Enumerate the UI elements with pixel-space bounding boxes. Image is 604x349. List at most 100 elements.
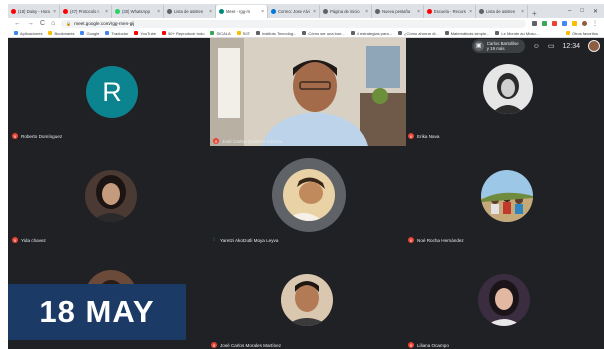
- tab-title: Meet - rgg-rn: [226, 9, 251, 14]
- menu-kebab-icon[interactable]: ⋮: [592, 20, 598, 27]
- bookmark-item[interactable]: 4 estrategias para...: [350, 30, 393, 36]
- presenter-label: Carlos Bartolilse y 19 más: [487, 41, 519, 51]
- presenter-count: y 19 más: [486, 46, 505, 51]
- favicon-icon: [115, 9, 120, 14]
- extension-icon[interactable]: [552, 21, 557, 26]
- mic-off-icon: ✕: [408, 237, 414, 243]
- participant-tile-noe[interactable]: [481, 170, 533, 222]
- new-tab-button[interactable]: +: [528, 9, 541, 18]
- favicon-icon: [11, 9, 16, 14]
- browser-tab[interactable]: Escuela - Recurs ×: [424, 5, 476, 18]
- favicon-icon: [271, 9, 276, 14]
- bookmark-favicon-icon: [350, 31, 355, 35]
- tab-close-icon[interactable]: ×: [313, 9, 316, 15]
- bookmark-item[interactable]: Le Monde au Muso...: [495, 31, 539, 36]
- bookmark-item[interactable]: Instituto Tecnológ...: [256, 31, 296, 36]
- tab-close-icon[interactable]: ×: [417, 9, 420, 15]
- browser-tab[interactable]: (47) Protocolo r. ×: [60, 5, 112, 18]
- bookmark-other-label: Otros favoritos: [571, 30, 598, 36]
- participant-tile-yaretzi[interactable]: [272, 158, 346, 232]
- bookmark-label: Traductor: [111, 30, 129, 36]
- participant-tile-jose-morales[interactable]: [281, 274, 333, 326]
- bookmark-item[interactable]: Bookmarks: [48, 31, 74, 36]
- bookmark-favicon-icon: [398, 31, 403, 35]
- avatar-photo: [85, 170, 137, 222]
- avatar-photo: [483, 64, 533, 114]
- chat-icon[interactable]: ▭: [548, 42, 555, 50]
- bookmark-star-icon[interactable]: [532, 21, 537, 26]
- avatar-initial: R: [86, 66, 138, 118]
- date-badge: 18 MAY: [8, 284, 186, 340]
- forward-button[interactable]: →: [27, 20, 34, 27]
- tab-close-icon[interactable]: ×: [365, 9, 368, 15]
- bookmark-other[interactable]: Otros favoritos: [565, 30, 598, 36]
- avatar-photo: [481, 170, 533, 222]
- bookmark-item[interactable]: Aplicaciones: [14, 31, 42, 36]
- home-button[interactable]: ⌂: [51, 20, 55, 27]
- browser-tab[interactable]: Lista de asisten ×: [164, 5, 216, 18]
- participant-name-erika: ✕ Erika Nava: [408, 133, 439, 139]
- participant-tile-erika[interactable]: [483, 64, 533, 114]
- bookmark-favicon-icon: [210, 31, 215, 35]
- tab-close-icon[interactable]: ×: [105, 9, 108, 15]
- people-icon[interactable]: ☺: [533, 43, 540, 50]
- extension-icon[interactable]: [572, 21, 577, 26]
- tab-close-icon[interactable]: ×: [157, 9, 160, 15]
- mic-active-icon: ⁞: [213, 237, 215, 243]
- close-window-button[interactable]: ✕: [593, 8, 598, 15]
- browser-tab[interactable]: Meet - rgg-rn ×: [216, 5, 268, 18]
- browser-tab[interactable]: Página de inicio ×: [320, 5, 372, 18]
- self-avatar[interactable]: [588, 40, 600, 52]
- lock-icon: 🔒: [66, 21, 72, 26]
- minimize-button[interactable]: –: [568, 8, 571, 15]
- tab-close-icon[interactable]: ×: [261, 9, 264, 15]
- bookmark-item[interactable]: Traductor: [105, 31, 128, 36]
- participant-tile-yida[interactable]: [85, 170, 137, 222]
- bookmark-label: 4 estrategias para...: [356, 30, 393, 36]
- bookmark-item[interactable]: SIIT: [236, 30, 251, 36]
- browser-tab[interactable]: (30) WhatsApp ×: [112, 5, 164, 18]
- presenting-icon: ▣: [473, 41, 484, 51]
- bookmark-label: SIIT: [242, 30, 251, 36]
- bookmark-item[interactable]: ¿Cómo ahorrar di...: [398, 31, 439, 36]
- browser-tab[interactable]: Lista de asisten ×: [476, 5, 528, 18]
- bookmark-item[interactable]: YouTube: [134, 31, 156, 36]
- reload-button[interactable]: C: [40, 20, 45, 27]
- participant-name-noe: ✕ Noé Rocha Hernández: [408, 237, 464, 243]
- participant-name-text: José Carlos Quintero Carrera: [222, 138, 282, 144]
- favicon-icon: [479, 9, 484, 14]
- tab-close-icon[interactable]: ×: [53, 9, 56, 15]
- bookmark-item[interactable]: Matemáticas simple...: [444, 31, 489, 36]
- back-button[interactable]: ←: [14, 20, 21, 27]
- bookmark-label: Google: [86, 30, 100, 36]
- bookmark-item[interactable]: SICALA: [210, 31, 231, 36]
- participant-name-yaretzi: ⁞ Yaretzi Akotzutli Moya Leyva: [211, 237, 278, 243]
- tab-title: (30) WhatsApp: [122, 9, 150, 14]
- tab-close-icon[interactable]: ×: [469, 9, 472, 15]
- bookmark-favicon-icon: [14, 31, 18, 35]
- participant-video-jose-carlos[interactable]: ✕ José Carlos Quintero Carrera: [210, 38, 406, 146]
- window-controls: – □ ✕: [562, 8, 604, 15]
- browser-tab[interactable]: Correo: Jose Alvi ×: [268, 5, 320, 18]
- profile-avatar-icon[interactable]: [582, 21, 587, 26]
- bookmarks-bar: Aplicaciones Bookmarks Google Traductor YouT…: [8, 29, 604, 38]
- participant-name-text: Roberto Domínguez: [21, 133, 63, 139]
- bookmark-item[interactable]: Google: [80, 31, 99, 36]
- browser-tab[interactable]: Nueva pestaña ×: [372, 5, 424, 18]
- bookmark-item[interactable]: 50+ Reproducir todo: [162, 31, 204, 36]
- participant-tile-roberto[interactable]: R: [86, 66, 138, 118]
- browser-tab[interactable]: (18) Daisy - Hora ×: [8, 5, 60, 18]
- tab-close-icon[interactable]: ×: [521, 9, 524, 15]
- extension-icon[interactable]: [562, 21, 567, 26]
- tab-close-icon[interactable]: ×: [209, 9, 212, 15]
- bookmark-favicon-icon: [444, 31, 449, 35]
- participant-name-text: Liliana Ocampo: [417, 342, 449, 348]
- mic-off-icon: ✕: [408, 133, 414, 139]
- presenter-chip[interactable]: ▣ Carlos Bartolilse y 19 más: [471, 39, 525, 53]
- maximize-button[interactable]: □: [580, 8, 584, 15]
- tab-title: Lista de asisten: [486, 9, 516, 14]
- url-field[interactable]: 🔒 meet.google.com/rgg-rnen-gij: [61, 19, 526, 28]
- extension-icon[interactable]: [542, 21, 547, 26]
- bookmark-item[interactable]: Cómo ser una bue...: [302, 31, 345, 36]
- participant-tile-liliana[interactable]: [478, 274, 530, 326]
